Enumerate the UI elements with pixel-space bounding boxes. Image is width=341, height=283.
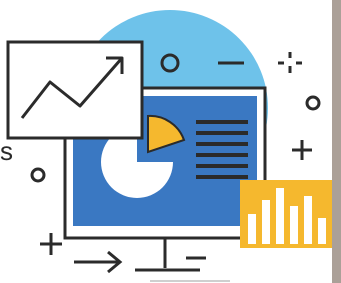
- illustration-canvas: s: [0, 0, 341, 283]
- line-chart-card-icon: [6, 40, 144, 140]
- line-chart-card: [6, 40, 144, 140]
- bar-2: [262, 200, 270, 244]
- bar-1: [248, 214, 256, 244]
- bar-6: [318, 218, 326, 244]
- small-circle-icon: [305, 95, 321, 111]
- plus-icon: [292, 140, 312, 160]
- bar-5: [304, 196, 312, 244]
- bar-3: [276, 188, 284, 244]
- presentation-illustration: [6, 0, 341, 283]
- arrow-right-icon: [74, 250, 123, 274]
- right-edge-photo-highlight: [332, 0, 341, 283]
- plus-icon: [40, 233, 62, 255]
- bar-chart-panel-icon: [240, 180, 332, 248]
- small-circle-icon: [30, 167, 46, 183]
- bar-4: [290, 206, 298, 244]
- sparkle-icon: [278, 52, 302, 73]
